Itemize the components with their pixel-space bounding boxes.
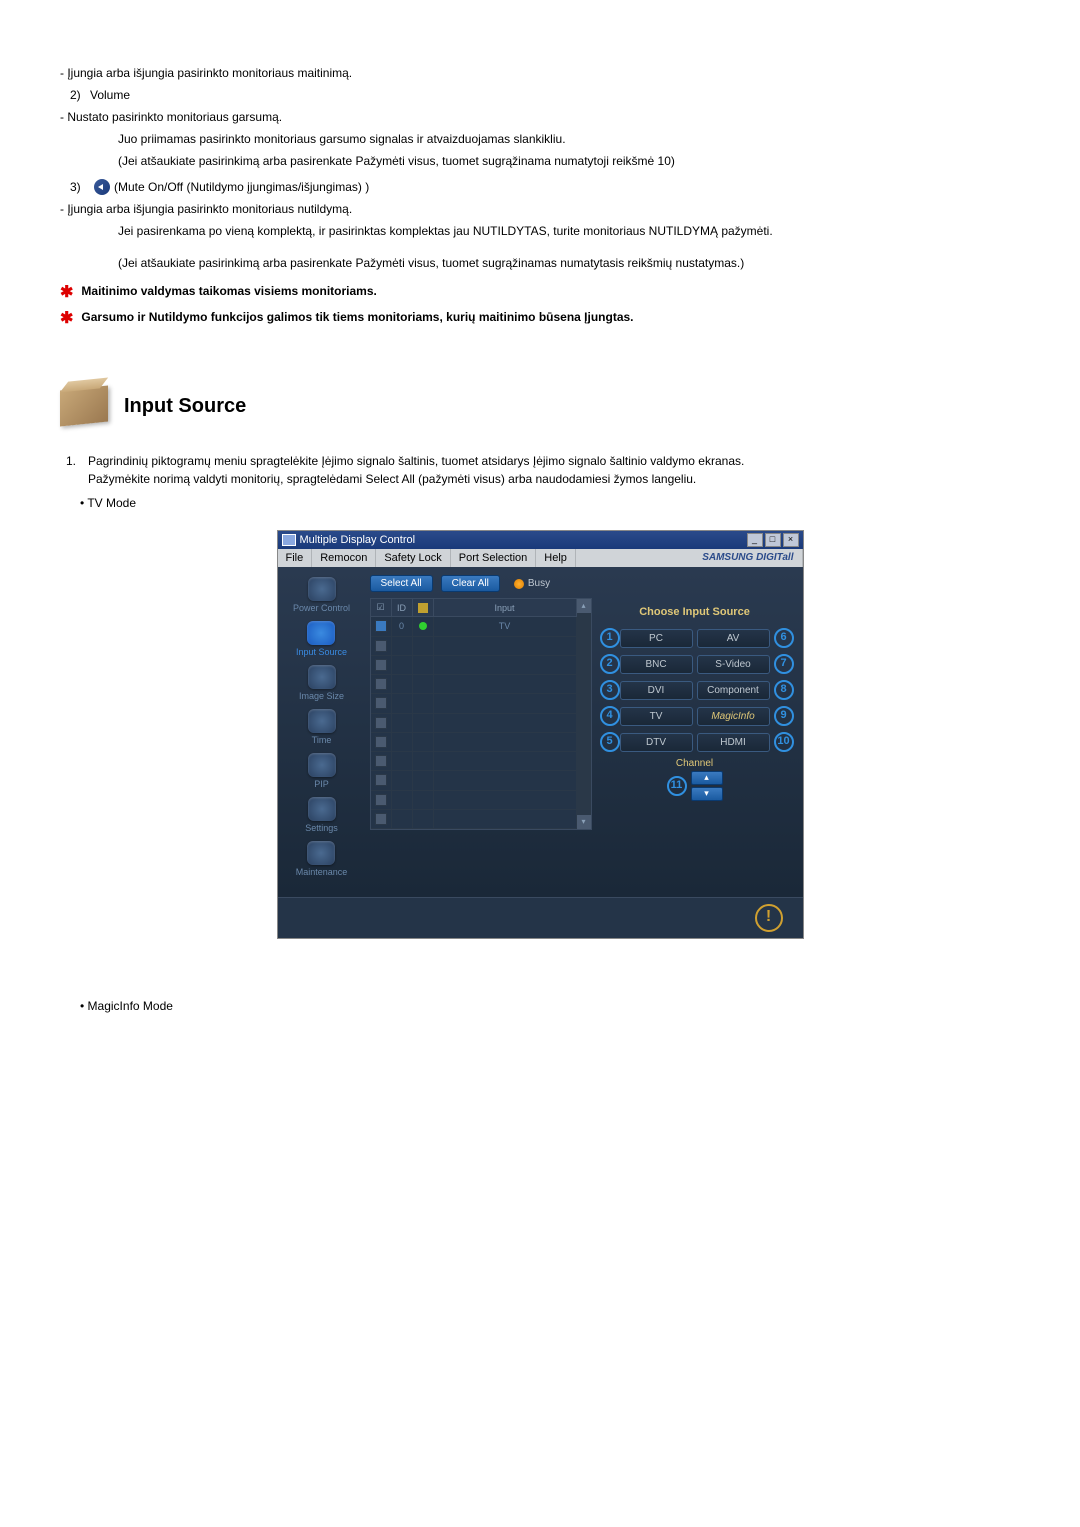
device-grid: ☑ ID Input 0 TV [370, 598, 592, 830]
star-icon: ✱ [60, 284, 73, 301]
busy-indicator: Busy [514, 578, 550, 589]
mute-label: (Mute On/Off (Nutildymo įjungimas/išjung… [114, 178, 369, 196]
status-led [419, 622, 427, 630]
sidebar-item-pip[interactable]: PIP [308, 753, 336, 789]
sidebar-item-maintenance[interactable]: Maintenance [296, 841, 348, 877]
mute-l2: Jei pasirenkama po vieną komplektą, ir p… [118, 222, 1020, 240]
app-window: Multiple Display Control _ □ × File Remo… [277, 530, 804, 939]
channel-down[interactable]: ▾ [691, 787, 723, 801]
num-1: 1 [600, 628, 620, 648]
num-9: 9 [774, 706, 794, 726]
scroll-down[interactable]: ▾ [577, 815, 591, 829]
channel-label: Channel [600, 758, 790, 769]
src-bnc[interactable]: BNC [620, 655, 693, 674]
mute-l3: (Jei atšaukiate pasirinkimą arba pasiren… [118, 254, 1020, 272]
col-check[interactable]: ☑ [371, 599, 392, 616]
list-num-2: 2) [70, 86, 90, 104]
list-num-3: 3) [70, 178, 90, 196]
num-10: 10 [774, 732, 794, 752]
src-av[interactable]: AV [697, 629, 770, 648]
col-input: Input [434, 599, 577, 616]
channel-up[interactable]: ▴ [691, 771, 723, 785]
power-desc: - Įjungia arba išjungia pasirinkto monit… [60, 64, 1020, 82]
volume-l3: (Jei atšaukiate pasirinkimą arba pasiren… [118, 152, 1020, 170]
menu-remocon[interactable]: Remocon [312, 549, 376, 567]
src-dvi[interactable]: DVI [620, 681, 693, 700]
step-num: 1. [66, 454, 88, 486]
scroll-up[interactable]: ▴ [577, 599, 591, 613]
select-all-button[interactable]: Select All [370, 575, 433, 592]
src-component[interactable]: Component [697, 681, 770, 700]
sidebar-item-inputsource[interactable]: Input Source [296, 621, 347, 657]
step-text-b: Pažymėkite norimą valdyti monitorių, spr… [88, 472, 1020, 486]
menubar: File Remocon Safety Lock Port Selection … [278, 549, 803, 567]
bullet-magicinfo: MagicInfo Mode [88, 999, 173, 1013]
section-title: Input Source [124, 395, 246, 418]
mute-icon [94, 179, 110, 195]
bullet-tv: TV Mode [87, 496, 136, 510]
sidebar-item-settings[interactable]: Settings [305, 797, 338, 833]
col-id: ID [392, 599, 413, 616]
close-button[interactable]: × [783, 533, 799, 547]
num-7: 7 [774, 654, 794, 674]
src-tv[interactable]: TV [620, 707, 693, 726]
num-4: 4 [600, 706, 620, 726]
menu-portselection[interactable]: Port Selection [451, 549, 536, 567]
num-8: 8 [774, 680, 794, 700]
titlebar: Multiple Display Control _ □ × [278, 531, 803, 549]
note-2: Garsumo ir Nutildymo funkcijos galimos t… [81, 310, 633, 324]
num-5: 5 [600, 732, 620, 752]
menu-help[interactable]: Help [536, 549, 576, 567]
row-check[interactable] [375, 620, 387, 632]
col-status [413, 599, 434, 616]
alert-icon: ! [755, 904, 783, 932]
panel-title: Choose Input Source [600, 606, 790, 618]
volume-label: Volume [90, 86, 130, 104]
star-icon: ✱ [60, 310, 73, 327]
clear-all-button[interactable]: Clear All [441, 575, 500, 592]
scrollbar[interactable]: ▴ ▾ [577, 599, 591, 829]
volume-l1: - Nustato pasirinkto monitoriaus garsumą… [60, 108, 1020, 126]
num-11: 11 [667, 776, 687, 796]
step-text-a: Pagrindinių piktogramų meniu spragtelėki… [88, 454, 1020, 468]
sidebar-item-power[interactable]: Power Control [293, 577, 350, 613]
src-magicinfo[interactable]: MagicInfo [697, 707, 770, 726]
num-2: 2 [600, 654, 620, 674]
sidebar: Power Control Input Source Image Size Ti… [278, 567, 366, 897]
note-1: Maitinimo valdymas taikomas visiems moni… [81, 284, 376, 298]
menu-file[interactable]: File [278, 549, 313, 567]
num-3: 3 [600, 680, 620, 700]
brand-label: SAMSUNG DIGITall [694, 549, 802, 567]
box-icon [60, 385, 108, 426]
app-title: Multiple Display Control [300, 534, 416, 546]
source-panel: Choose Input Source 1 PC AV 6 2 BNC S-Vi… [592, 598, 798, 830]
sidebar-item-time[interactable]: Time [308, 709, 336, 745]
src-dtv[interactable]: DTV [620, 733, 693, 752]
volume-l2: Juo priimamas pasirinkto monitoriaus gar… [118, 130, 1020, 148]
src-hdmi[interactable]: HDMI [697, 733, 770, 752]
src-pc[interactable]: PC [620, 629, 693, 648]
num-6: 6 [774, 628, 794, 648]
app-icon [282, 534, 296, 546]
minimize-button[interactable]: _ [747, 533, 763, 547]
maximize-button[interactable]: □ [765, 533, 781, 547]
src-svideo[interactable]: S-Video [697, 655, 770, 674]
mute-l1: - Įjungia arba išjungia pasirinkto monit… [60, 200, 1020, 218]
menu-safetylock[interactable]: Safety Lock [376, 549, 450, 567]
sidebar-item-imagesize[interactable]: Image Size [299, 665, 344, 701]
table-row[interactable]: 0 TV [371, 617, 577, 636]
statusbar: ! [278, 897, 803, 938]
